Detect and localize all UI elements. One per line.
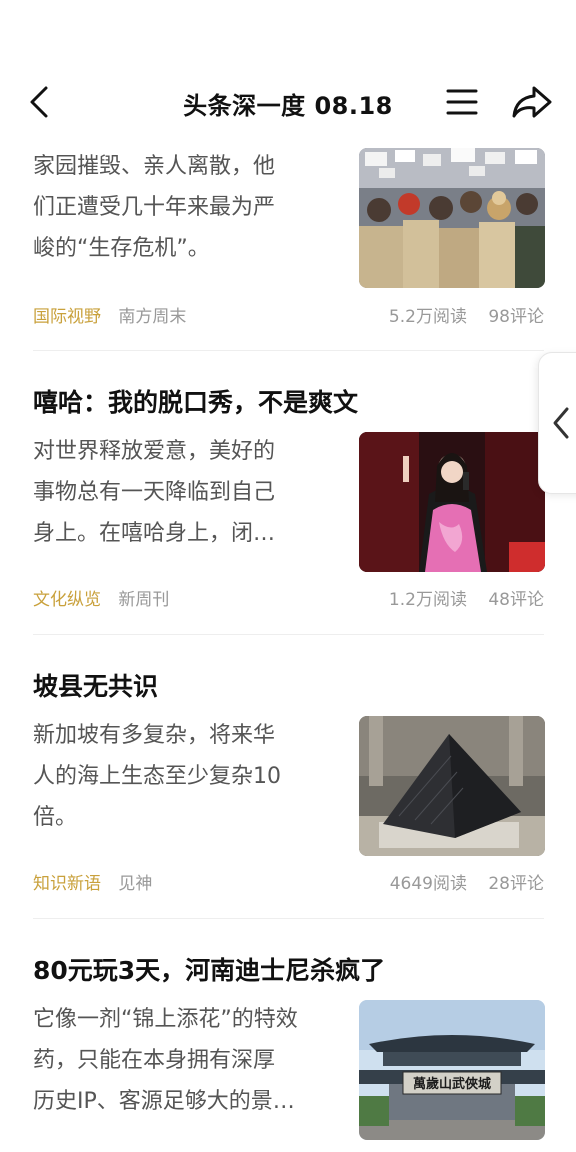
category-tag[interactable]: 国际视野 <box>33 307 101 327</box>
share-button[interactable] <box>510 82 554 122</box>
article-summary: 它像一剂“锦上添花”的特效 药，只能在本身拥有深厚 历史IP、客源足够大的景… <box>33 1007 298 1114</box>
menu-icon <box>446 89 478 115</box>
comment-count: 28评论 <box>488 874 544 894</box>
divider <box>33 350 544 351</box>
protest-crowd-photo <box>359 148 545 288</box>
article-stats: 1.2万阅读 48评论 <box>373 585 544 610</box>
share-icon <box>512 86 552 118</box>
article-card[interactable]: 80元玩3天，河南迪士尼杀疯了 它像一剂“锦上添花”的特效 药，只能在本身拥有深… <box>33 951 545 1151</box>
article-card[interactable]: 家园摧毁、亲人离散，他 们正遭受几十年来最为严 峻的“生存危机”。 国际视野 南… <box>33 140 545 335</box>
article-headline: 80元玩3天，河南迪士尼杀疯了 <box>33 956 386 985</box>
article-stats: 4649阅读 28评论 <box>374 869 544 894</box>
article-meta: 知识新语 见神 4649阅读 28评论 <box>33 869 544 894</box>
comment-count: 48评论 <box>488 590 544 610</box>
source-name: 新周刊 <box>118 590 170 610</box>
stone-pyramid-photo <box>359 716 545 856</box>
menu-button[interactable] <box>442 82 482 122</box>
article-thumbnail <box>359 716 545 856</box>
chinese-gate-photo: 萬歲山武俠城 <box>359 1000 545 1140</box>
comment-count: 98评论 <box>488 307 544 327</box>
page-title: 头条深一度 08.18 <box>183 92 393 120</box>
article-summary: 对世界释放爱意，美好的 事物总有一天降临到自己 身上。在嘻哈身上，闭… <box>33 439 276 546</box>
article-thumbnail <box>359 148 545 288</box>
article-headline: 嘻哈：我的脱口秀，不是爽文 <box>33 388 359 417</box>
article-thumbnail <box>359 432 545 572</box>
divider <box>33 918 544 919</box>
read-count: 4649阅读 <box>389 874 467 894</box>
article-card[interactable]: 嘻哈：我的脱口秀，不是爽文 对世界释放爱意，美好的 事物总有一天降临到自己 身上… <box>33 383 545 613</box>
side-drawer-tab[interactable] <box>538 352 576 494</box>
stage-performer-photo <box>359 432 545 572</box>
article-thumbnail: 萬歲山武俠城 <box>359 1000 545 1140</box>
category-tag[interactable]: 知识新语 <box>33 874 101 894</box>
article-summary: 新加坡有多复杂，将来华 人的海上生态至少复杂10 倍。 <box>33 723 281 830</box>
article-card[interactable]: 坡县无共识 新加坡有多复杂，将来华 人的海上生态至少复杂10 倍。 知识新语 见… <box>33 667 545 897</box>
article-summary: 家园摧毁、亲人离散，他 们正遭受几十年来最为严 峻的“生存危机”。 <box>33 154 276 261</box>
read-count: 5.2万阅读 <box>388 307 467 327</box>
article-meta: 文化纵览 新周刊 1.2万阅读 48评论 <box>33 585 544 610</box>
source-name: 南方周末 <box>118 307 187 327</box>
source-name: 见神 <box>118 874 153 894</box>
divider <box>33 634 544 635</box>
read-count: 1.2万阅读 <box>388 590 467 610</box>
top-nav-bar: 头条深一度 08.18 <box>0 0 576 140</box>
article-headline: 坡县无共识 <box>33 672 159 701</box>
article-stats: 5.2万阅读 98评论 <box>373 302 544 327</box>
chevron-left-icon <box>553 407 569 439</box>
category-tag[interactable]: 文化纵览 <box>33 590 101 610</box>
gate-sign-text: 萬歲山武俠城 <box>413 1076 491 1092</box>
article-meta: 国际视野 南方周末 5.2万阅读 98评论 <box>33 302 544 327</box>
